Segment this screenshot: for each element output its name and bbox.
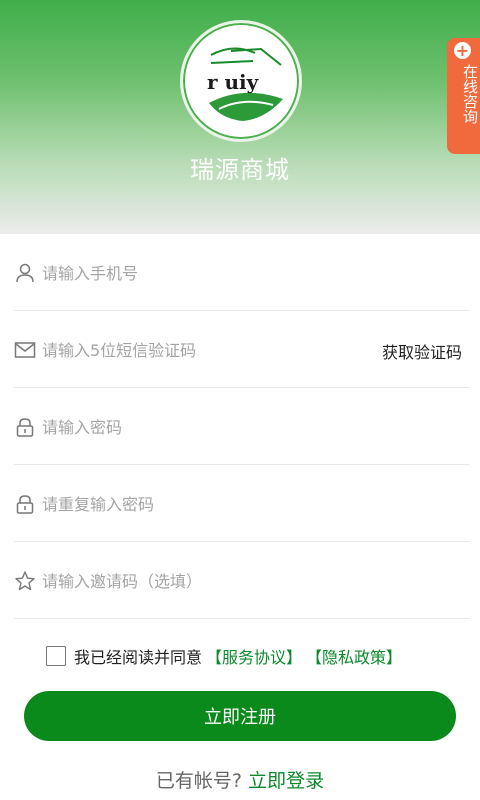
header-banner: r uiy 瑞源商城 <box>0 0 480 234</box>
repeat-password-input[interactable] <box>42 489 372 519</box>
logo: r uiy <box>180 20 302 142</box>
service-agreement-link[interactable]: 【服务协议】 <box>206 644 302 668</box>
online-consult-tab[interactable]: + 在线咨询 <box>447 38 480 154</box>
login-prompt: 已有帐号? 立即登录 <box>0 766 480 793</box>
repeat-password-field <box>14 465 470 542</box>
user-icon <box>16 263 34 283</box>
agreement-row: 我已经阅读并同意 【服务协议】 【隐私政策】 <box>46 644 402 668</box>
sms-code-field: 获取验证码 <box>14 311 470 388</box>
login-prompt-text: 已有帐号? <box>155 770 243 792</box>
phone-input[interactable] <box>42 258 372 288</box>
password-input[interactable] <box>42 412 372 442</box>
password-field <box>14 388 470 465</box>
register-button[interactable]: 立即注册 <box>24 691 456 741</box>
logo-text: r uiy <box>207 70 260 94</box>
invite-code-input[interactable] <box>42 566 372 596</box>
star-icon <box>15 571 35 591</box>
privacy-policy-link[interactable]: 【隐私政策】 <box>306 644 402 668</box>
login-link[interactable]: 立即登录 <box>248 770 324 792</box>
lock-icon <box>16 418 34 437</box>
agreement-checkbox[interactable] <box>46 646 66 666</box>
mail-icon <box>14 342 36 358</box>
get-code-button[interactable]: 获取验证码 <box>382 339 462 363</box>
online-consult-label: 在线咨询 <box>461 64 479 124</box>
sms-code-input[interactable] <box>42 335 342 365</box>
phone-field <box>14 234 470 311</box>
plus-icon: + <box>454 41 471 60</box>
brand-name: 瑞源商城 <box>190 156 290 184</box>
lock-icon <box>16 495 34 514</box>
agreement-text: 我已经阅读并同意 <box>74 648 203 667</box>
invite-code-field <box>14 542 470 619</box>
